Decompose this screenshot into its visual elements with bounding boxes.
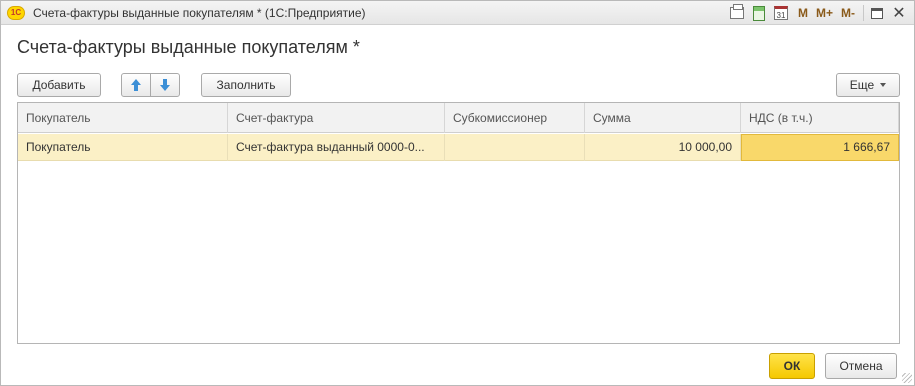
cell-invoice[interactable]: Счет-фактура выданный 0000-0... xyxy=(228,134,445,161)
resize-grip[interactable] xyxy=(902,373,912,383)
column-header-subcommissioner[interactable]: Субкомиссионер xyxy=(445,103,585,133)
title-bar: 1С Счета-фактуры выданные покупателям * … xyxy=(1,1,914,25)
memory-m-button[interactable]: M xyxy=(798,6,808,20)
fill-button[interactable]: Заполнить xyxy=(201,73,291,97)
invoices-table[interactable]: Покупатель Счет-фактура Субкомиссионер С… xyxy=(17,102,900,344)
titlebar-tools: 31 M M+ M- ✕ xyxy=(724,4,908,22)
window-title: Счета-фактуры выданные покупателям * (1С… xyxy=(33,6,366,20)
add-button[interactable]: Добавить xyxy=(17,73,101,97)
column-header-buyer[interactable]: Покупатель xyxy=(18,103,228,133)
arrow-up-icon xyxy=(130,79,142,91)
chevron-down-icon xyxy=(880,83,887,87)
close-icon[interactable]: ✕ xyxy=(890,4,908,22)
column-header-invoice[interactable]: Счет-фактура xyxy=(228,103,445,133)
table-row[interactable]: Покупатель Счет-фактура выданный 0000-0.… xyxy=(18,134,899,161)
more-button[interactable]: Еще xyxy=(836,73,900,97)
print-icon[interactable] xyxy=(728,4,746,22)
column-header-vat[interactable]: НДС (в т.ч.) xyxy=(741,103,899,133)
cell-amount[interactable]: 10 000,00 xyxy=(585,134,741,161)
memory-minus-button[interactable]: M- xyxy=(841,6,855,20)
cell-subcommissioner[interactable] xyxy=(445,134,585,161)
cell-vat[interactable]: 1 666,67 xyxy=(741,134,899,161)
column-header-amount[interactable]: Сумма xyxy=(585,103,741,133)
window-mode-icon[interactable] xyxy=(868,4,886,22)
cancel-button[interactable]: Отмена xyxy=(825,353,897,379)
ok-button[interactable]: ОК xyxy=(769,353,815,379)
page-title: Счета-фактуры выданные покупателям * xyxy=(17,37,360,57)
calendar-day: 31 xyxy=(773,6,788,20)
arrow-down-icon xyxy=(159,79,171,91)
move-down-button[interactable] xyxy=(150,73,180,97)
calendar-icon[interactable]: 31 xyxy=(772,4,790,22)
form-window: 1С Счета-фактуры выданные покупателям * … xyxy=(0,0,915,386)
calculator-icon[interactable] xyxy=(750,4,768,22)
cell-buyer[interactable]: Покупатель xyxy=(18,134,228,161)
table-header: Покупатель Счет-фактура Субкомиссионер С… xyxy=(18,103,899,133)
more-label: Еще xyxy=(849,78,875,92)
titlebar-separator xyxy=(863,5,864,21)
memory-plus-button[interactable]: M+ xyxy=(816,6,833,20)
app-logo-icon: 1С xyxy=(7,6,25,20)
toolbar: Добавить Заполнить Еще xyxy=(17,73,900,99)
move-up-button[interactable] xyxy=(121,73,151,97)
